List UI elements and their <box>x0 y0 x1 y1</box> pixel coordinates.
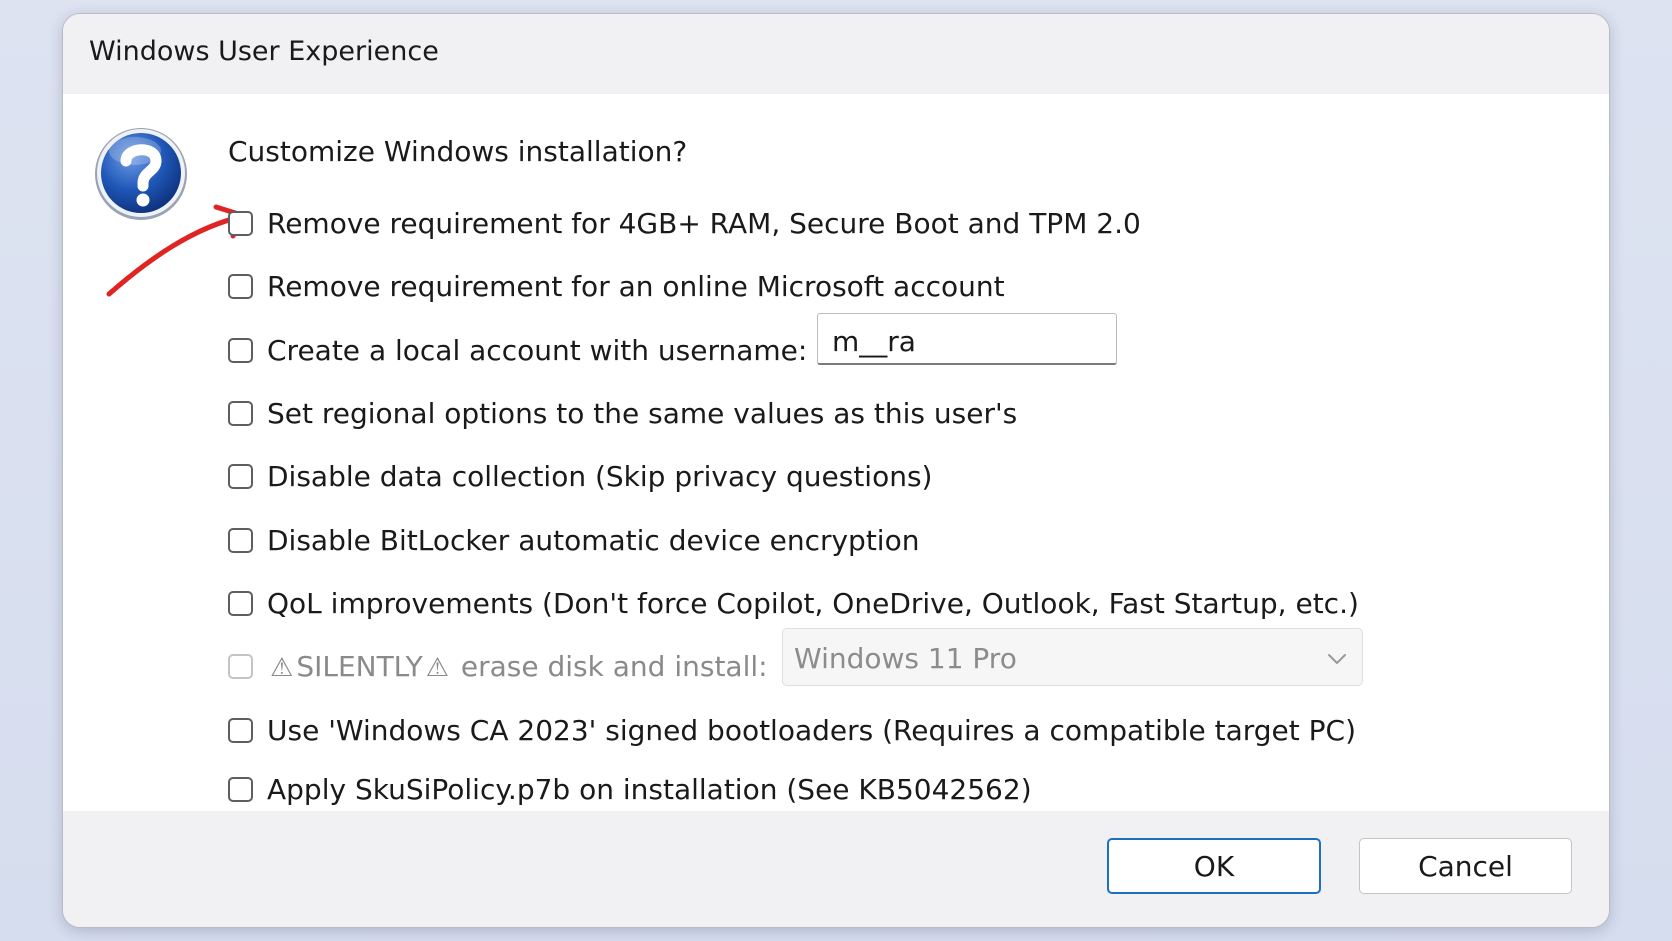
checkbox-ca2023-bootloaders[interactable] <box>228 717 253 743</box>
option-label: Disable data collection (Skip privacy qu… <box>267 459 933 493</box>
ok-button[interactable]: OK <box>1107 838 1321 894</box>
option-disable-data-collection[interactable]: Disable data collection (Skip privacy qu… <box>228 456 932 496</box>
option-label: Use 'Windows CA 2023' signed bootloaders… <box>267 713 1357 747</box>
title-bar: Windows User Experience <box>63 14 1609 94</box>
checkbox-qol-improvements[interactable] <box>228 590 253 616</box>
customize-dialog: Windows User Experience Customize Window… <box>62 13 1610 928</box>
edition-dropdown: Windows 11 Pro <box>782 628 1363 686</box>
option-label: Remove requirement for 4GB+ RAM, Secure … <box>267 206 1141 240</box>
option-label: Apply SkuSiPolicy.p7b on installation (S… <box>267 772 1032 806</box>
option-label: Set regional options to the same values … <box>267 396 1018 430</box>
option-label: Create a local account with username: <box>267 333 808 367</box>
cancel-button[interactable]: Cancel <box>1359 838 1572 894</box>
checkbox-silent-erase-install <box>228 653 253 679</box>
option-label: Disable BitLocker automatic device encry… <box>267 523 920 557</box>
username-input[interactable] <box>817 313 1117 365</box>
silently-text: SILENTLY <box>296 649 423 683</box>
checkbox-disable-bitlocker[interactable] <box>228 527 253 553</box>
dialog-heading: Customize Windows installation? <box>228 135 688 168</box>
option-ca2023-bootloaders[interactable]: Use 'Windows CA 2023' signed bootloaders… <box>228 710 1356 750</box>
option-skusipolicy[interactable]: Apply SkuSiPolicy.p7b on installation (S… <box>228 769 1032 809</box>
option-local-account[interactable]: Create a local account with username: <box>228 330 807 370</box>
option-label: Remove requirement for an online Microso… <box>267 269 1005 303</box>
option-silent-erase-install: ⚠ SILENTLY ⚠ erase disk and install: <box>228 646 768 686</box>
option-disable-bitlocker[interactable]: Disable BitLocker automatic device encry… <box>228 520 919 560</box>
option-regional-settings[interactable]: Set regional options to the same values … <box>228 393 1017 433</box>
option-qol-improvements[interactable]: QoL improvements (Don't force Copilot, O… <box>228 583 1359 623</box>
option-label-disabled: ⚠ SILENTLY ⚠ erase disk and install: <box>267 650 768 683</box>
erase-disk-text: erase disk and install: <box>451 649 768 683</box>
warning-triangle-icon: ⚠ <box>425 652 449 683</box>
checkbox-disable-data-collection[interactable] <box>228 463 253 489</box>
checkbox-remove-hw-requirements[interactable] <box>228 210 253 236</box>
warning-triangle-icon: ⚠ <box>270 652 294 683</box>
edition-selected-value: Windows 11 Pro <box>794 642 1017 675</box>
option-remove-online-account[interactable]: Remove requirement for an online Microso… <box>228 266 1005 306</box>
checkbox-regional-settings[interactable] <box>228 400 253 426</box>
option-label: QoL improvements (Don't force Copilot, O… <box>267 586 1359 620</box>
checkbox-local-account[interactable] <box>228 337 253 363</box>
window-title: Windows User Experience <box>89 36 439 67</box>
checkbox-remove-online-account[interactable] <box>228 273 253 299</box>
chevron-down-icon <box>1328 654 1346 664</box>
checkbox-skusipolicy[interactable] <box>228 776 253 802</box>
option-remove-hw-requirements[interactable]: Remove requirement for 4GB+ RAM, Secure … <box>228 203 1141 243</box>
